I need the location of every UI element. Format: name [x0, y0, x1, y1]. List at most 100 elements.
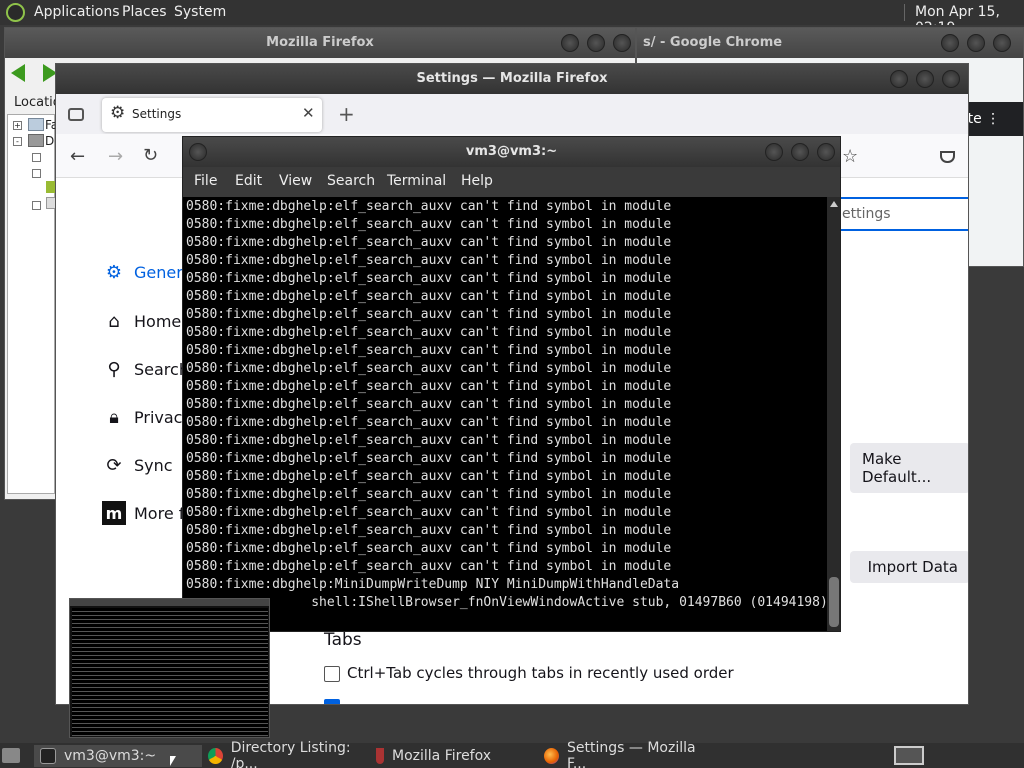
tab-settings[interactable]: ⚙ Settings ✕ — [102, 98, 322, 132]
back-window-title: Mozilla Firefox — [266, 35, 374, 50]
close-tab-icon[interactable]: ✕ — [302, 104, 315, 122]
terminal-line: 0580:fixme:dbghelp:elf_search_auxv can't… — [186, 433, 672, 448]
sync-icon: ⟳ — [106, 454, 122, 476]
terminal-line: 0580:fixme:dbghelp:elf_search_auxv can't… — [186, 397, 672, 412]
gear-icon: ⚙ — [110, 103, 126, 123]
tree-panel: + Fa - De — [7, 114, 62, 494]
terminal-window: vm3@vm3:~ File Edit View Search Terminal… — [182, 136, 841, 632]
taskbar-item-firefox[interactable]: Mozilla Firefox — [370, 745, 538, 767]
terminal-line: 0580:fixme:dbghelp:elf_search_auxv can't… — [186, 559, 672, 574]
taskbar-label: Settings — Mozilla F... — [567, 740, 696, 768]
maximize-button[interactable] — [967, 34, 985, 52]
terminal-line: 0580:fixme:dbghelp:elf_search_auxv can't… — [186, 199, 672, 214]
menu-file[interactable]: File — [194, 173, 217, 189]
sidebar-item-home[interactable]: ⌂ Home — [102, 309, 181, 333]
folder-icon — [28, 118, 44, 131]
reload-icon[interactable]: ↻ — [143, 145, 158, 166]
lock-icon: 🔒︎ — [109, 406, 119, 428]
bookmark-star-icon[interactable]: ☆ — [842, 146, 858, 167]
sidebar-item-privacy[interactable]: 🔒︎ Privacy — [102, 405, 192, 429]
menu-help[interactable]: Help — [461, 173, 493, 189]
taskbar-item-chrome[interactable]: Directory Listing: /p... — [202, 740, 370, 768]
terminal-line: 0580:fixme:dbghelp:MiniDumpWriteDump NIY… — [186, 577, 680, 592]
terminal-title: vm3@vm3:~ — [465, 144, 558, 159]
search-placeholder: ettings — [842, 206, 891, 222]
sidebar-item-sync[interactable]: ⟳ Sync — [102, 453, 172, 477]
terminal-titlebar: vm3@vm3:~ — [183, 137, 840, 167]
back-arrow-icon[interactable] — [11, 64, 25, 82]
import-data-button[interactable]: Import Data — [850, 551, 968, 583]
back-window-titlebar: Mozilla Firefox — [5, 28, 635, 58]
maximize-button[interactable] — [587, 34, 605, 52]
ctrl-tab-checkbox[interactable] — [324, 666, 340, 682]
mozilla-icon: m — [102, 501, 126, 525]
terminal-line: 0580:fixme:dbghelp:elf_search_auxv can't… — [186, 289, 672, 304]
minimize-button[interactable] — [561, 34, 579, 52]
tree-expander-icon[interactable]: + — [13, 121, 22, 130]
tab-overview-icon[interactable] — [68, 108, 84, 121]
tree-expander-icon[interactable] — [32, 153, 41, 162]
sidebar-label: Home — [134, 311, 182, 331]
terminal-output[interactable]: 0580:fixme:dbghelp:elf_search_auxv can't… — [183, 197, 827, 631]
taskbar-item-terminal[interactable]: vm3@vm3:~ — [34, 745, 202, 767]
menu-view[interactable]: View — [279, 173, 312, 189]
maximize-button[interactable] — [791, 143, 809, 161]
system-menu[interactable]: System — [174, 4, 226, 20]
drive-icon — [28, 134, 44, 147]
tree-expander-icon[interactable]: - — [13, 137, 22, 146]
minimize-button[interactable] — [890, 70, 908, 88]
window-menu-button[interactable] — [189, 143, 207, 161]
new-tab-icon[interactable]: + — [338, 102, 355, 126]
firefox-icon — [544, 748, 560, 764]
make-default-button[interactable]: Make Default... — [850, 443, 968, 493]
places-menu[interactable]: Places — [122, 4, 167, 20]
terminal-line: 0580:fixme:dbghelp:elf_search_auxv can't… — [186, 505, 672, 520]
location-label: Locatio — [14, 95, 61, 110]
wine-glass-icon — [376, 748, 384, 764]
settings-search-field[interactable]: ettings — [826, 197, 968, 231]
close-button[interactable] — [993, 34, 1011, 52]
back-icon[interactable]: ← — [70, 146, 85, 167]
terminal-scrollbar[interactable] — [827, 197, 840, 631]
terminal-thumbnail-preview[interactable] — [69, 598, 270, 738]
terminal-line: 0580:fixme:dbghelp:elf_search_auxv can't… — [186, 451, 672, 466]
sidebar-item-general[interactable]: ⚙ Genera — [102, 260, 193, 284]
taskbar-label: Mozilla Firefox — [392, 748, 492, 764]
scrollbar-thumb[interactable] — [829, 577, 839, 627]
menu-search[interactable]: Search — [327, 173, 375, 189]
menu-edit[interactable]: Edit — [235, 173, 262, 189]
show-desktop-icon[interactable] — [2, 748, 20, 763]
forward-icon[interactable]: → — [108, 146, 123, 167]
terminal-line: shell:IShellBrowser_fnOnViewWindowActive… — [186, 595, 827, 610]
search-icon: ⚲ — [107, 358, 121, 380]
menu-terminal[interactable]: Terminal — [387, 173, 446, 189]
close-button[interactable] — [942, 70, 960, 88]
terminal-line: 0580:fixme:dbghelp:elf_search_auxv can't… — [186, 253, 672, 268]
distro-logo-icon[interactable] — [6, 3, 25, 22]
sidebar-item-more-from-mozilla[interactable]: m More fr — [102, 501, 191, 525]
scroll-up-arrow-icon[interactable] — [830, 201, 838, 207]
minimize-button[interactable] — [765, 143, 783, 161]
tabs-heading: Tabs — [324, 630, 362, 650]
tree-expander-icon[interactable] — [32, 201, 41, 210]
terminal-line: 0580:fixme:dbghelp:elf_search_auxv can't… — [186, 361, 672, 376]
sidebar-item-search[interactable]: ⚲ Search — [102, 357, 189, 381]
taskbar-label: vm3@vm3:~ — [64, 748, 157, 764]
ctrl-tab-label: Ctrl+Tab cycles through tabs in recently… — [347, 664, 734, 682]
close-button[interactable] — [817, 143, 835, 161]
chrome-title: s/ - Google Chrome — [643, 35, 783, 50]
workspace-switcher[interactable] — [894, 746, 924, 765]
tree-expander-icon[interactable] — [32, 169, 41, 178]
terminal-line: 0580:fixme:dbghelp:elf_search_auxv can't… — [186, 235, 672, 250]
terminal-menubar: File Edit View Search Terminal Help — [183, 167, 840, 197]
checked-checkbox[interactable] — [324, 699, 340, 704]
terminal-line: 0580:fixme:dbghelp:elf_search_auxv can't… — [186, 469, 672, 484]
taskbar-item-settings-firefox[interactable]: Settings — Mozilla F... — [538, 740, 710, 768]
import-data-label: Import Data — [867, 558, 958, 576]
tab-label: Settings — [132, 107, 182, 121]
minimize-button[interactable] — [941, 34, 959, 52]
applications-menu[interactable]: Applications — [34, 4, 120, 20]
terminal-line: 0580:fixme:dbghelp:elf_search_auxv can't… — [186, 217, 672, 232]
maximize-button[interactable] — [916, 70, 934, 88]
close-button[interactable] — [613, 34, 631, 52]
